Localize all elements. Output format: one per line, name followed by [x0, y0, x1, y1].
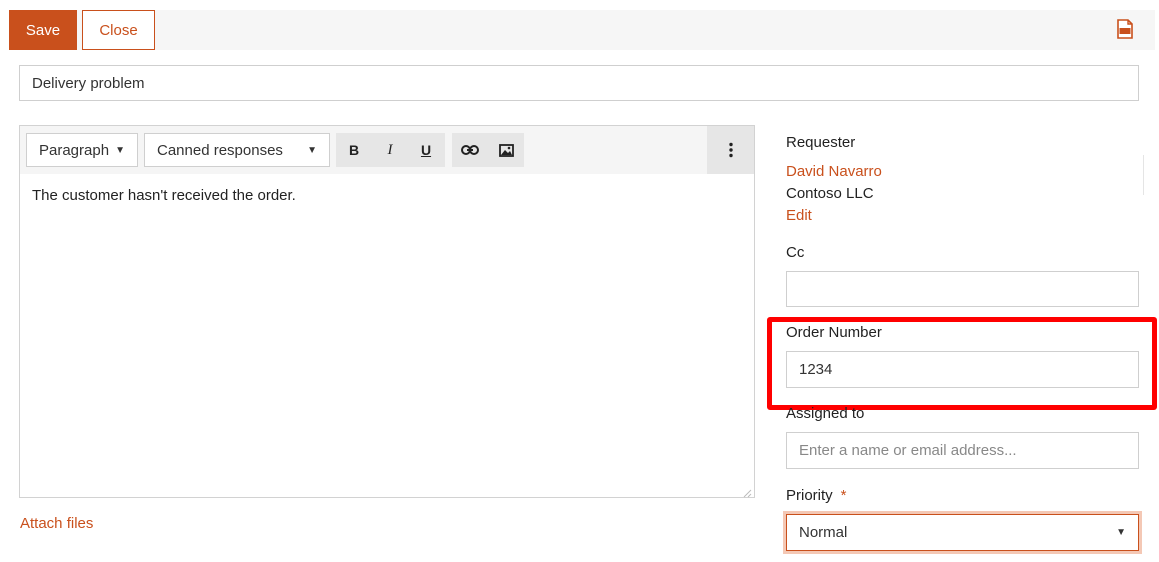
caret-down-icon: ▼: [307, 144, 317, 156]
link-icon[interactable]: [452, 133, 488, 167]
required-asterisk: *: [840, 487, 847, 504]
editor-content[interactable]: The customer hasn't received the order.: [32, 187, 296, 204]
bold-button[interactable]: B: [336, 133, 372, 167]
requester-company: Contoso LLC: [786, 185, 874, 202]
requester-edit-link[interactable]: Edit: [786, 207, 812, 224]
cc-input[interactable]: [786, 271, 1139, 307]
text-format-group: B I U: [336, 133, 445, 167]
priority-label: Priority: [786, 487, 833, 504]
resize-handle-icon[interactable]: [742, 485, 752, 498]
cc-label: Cc: [786, 244, 805, 261]
caret-down-icon: ▼: [1116, 527, 1126, 538]
priority-select[interactable]: Normal ▼: [786, 514, 1139, 551]
close-button[interactable]: Close: [82, 10, 155, 50]
priority-label-row: Priority *: [786, 487, 847, 504]
rich-text-editor[interactable]: [19, 125, 755, 498]
paragraph-format-label: Paragraph: [39, 141, 110, 159]
paragraph-format-select[interactable]: Paragraph ▼: [26, 133, 138, 167]
underline-button[interactable]: U: [408, 133, 444, 167]
save-button[interactable]: Save: [9, 10, 77, 50]
requester-name-link[interactable]: David Navarro: [786, 163, 882, 180]
pdf-icon[interactable]: [1116, 19, 1134, 39]
image-icon[interactable]: [488, 133, 524, 167]
requester-label: Requester: [786, 134, 856, 151]
italic-button[interactable]: I: [372, 133, 408, 167]
canned-responses-label: Canned responses: [157, 141, 283, 159]
highlight-box: [767, 317, 1157, 410]
subject-input[interactable]: Delivery problem: [19, 65, 1139, 101]
assigned-to-label: Assigned to: [786, 405, 865, 422]
top-toolbar: [9, 10, 1155, 50]
assigned-to-placeholder: Enter a name or email address...: [799, 442, 1017, 459]
divider: [1143, 155, 1144, 195]
more-options-icon[interactable]: [707, 126, 754, 174]
canned-responses-select[interactable]: Canned responses ▼: [144, 133, 330, 167]
insert-group: [452, 133, 524, 167]
attach-files-link[interactable]: Attach files: [20, 515, 93, 532]
priority-value: Normal: [799, 524, 848, 541]
caret-down-icon: ▼: [115, 144, 125, 156]
assigned-to-input[interactable]: Enter a name or email address...: [786, 432, 1139, 469]
